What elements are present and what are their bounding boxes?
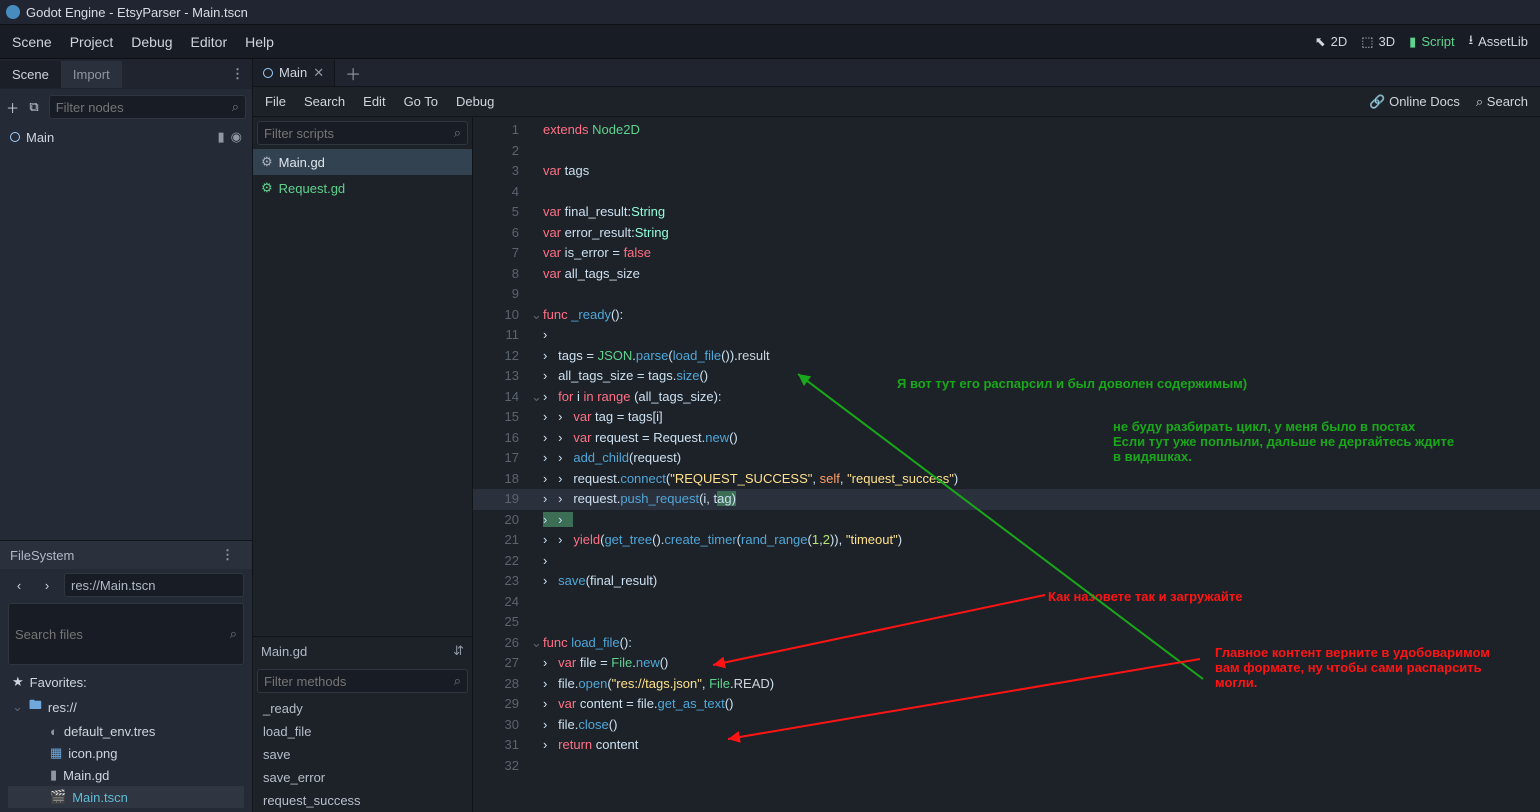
godot-logo-icon: [6, 5, 20, 19]
search-icon: ⌕: [454, 673, 461, 689]
scene-icon: 🎬: [50, 789, 66, 805]
panel-menu-icon[interactable]: ⋮: [231, 66, 244, 82]
script-list-item[interactable]: ⚙Main.gd: [253, 149, 472, 175]
fs-menu-icon[interactable]: ⋮: [221, 547, 234, 563]
script-crumb: Main.gd: [261, 644, 307, 659]
node2d-icon: [263, 68, 273, 78]
new-tab-button[interactable]: ＋: [335, 61, 371, 85]
fs-file[interactable]: ▦icon.png: [8, 742, 244, 764]
link-button[interactable]: ⧉: [27, 96, 40, 118]
chevron-down-icon: ⌄: [12, 699, 23, 715]
script-icon: ▮: [50, 767, 57, 783]
cursor-icon: ⬉: [1315, 34, 1326, 50]
fs-search-input[interactable]: ⌕: [8, 603, 244, 665]
titlebar: Godot Engine - EtsyParser - Main.tscn: [0, 0, 1540, 25]
folder-icon: 🖿: [29, 696, 42, 718]
search-icon: ⌕: [230, 626, 237, 642]
script-menu-goto[interactable]: Go To: [404, 94, 438, 109]
filter-scripts-input[interactable]: ⌕: [257, 121, 468, 145]
script-menu-debug[interactable]: Debug: [456, 94, 494, 109]
scene-root-node[interactable]: Main ▮◉: [0, 125, 252, 149]
workspace-2d[interactable]: ⬉2D: [1315, 34, 1348, 50]
menu-scene[interactable]: Scene: [12, 34, 52, 50]
gear-icon: ⚙: [261, 180, 273, 196]
workspace-script[interactable]: ▮Script: [1409, 34, 1454, 50]
nav-back-button[interactable]: ‹: [8, 574, 30, 596]
document-tab[interactable]: Main ✕: [253, 60, 335, 86]
cube-icon: ⬚: [1361, 34, 1373, 50]
env-icon: ◐: [50, 724, 58, 739]
link-icon: 🔗: [1369, 94, 1389, 109]
method-item[interactable]: save: [253, 743, 472, 766]
fs-file[interactable]: ◐default_env.tres: [8, 721, 244, 742]
filter-methods-input[interactable]: ⌕: [257, 669, 468, 693]
fs-favorites[interactable]: ★Favorites:: [8, 671, 244, 693]
script-menu-edit[interactable]: Edit: [363, 94, 385, 109]
script-icon: ▮: [1409, 34, 1416, 50]
window-title: Godot Engine - EtsyParser - Main.tscn: [26, 5, 248, 20]
menubar: Scene Project Debug Editor Help ⬉2D ⬚3D …: [0, 25, 1540, 59]
visibility-icon[interactable]: ◉: [231, 129, 242, 145]
sort-icon[interactable]: ⇵: [453, 643, 464, 659]
workspace-3d[interactable]: ⬚3D: [1361, 34, 1395, 50]
download-icon: ⭳: [1469, 31, 1474, 53]
method-item[interactable]: load_file: [253, 720, 472, 743]
menu-debug[interactable]: Debug: [131, 34, 172, 50]
search-icon: ⌕: [232, 99, 239, 115]
script-attached-icon[interactable]: ▮: [218, 129, 225, 145]
script-menu-search[interactable]: Search: [304, 94, 345, 109]
code-editor[interactable]: 1extends Node2D23var tags45var final_res…: [473, 117, 1540, 812]
close-tab-button[interactable]: ✕: [313, 65, 324, 81]
workspace-assetlib[interactable]: ⭳AssetLib: [1469, 31, 1528, 53]
fs-root[interactable]: ⌄🖿res://: [8, 693, 244, 721]
method-item[interactable]: request_success: [253, 789, 472, 812]
script-list-item[interactable]: ⚙Request.gd: [253, 175, 472, 201]
fs-file[interactable]: ▮Main.gd: [8, 764, 244, 786]
method-item[interactable]: save_error: [253, 766, 472, 789]
star-icon: ★: [12, 674, 24, 690]
node2d-icon: [10, 132, 20, 142]
search-icon: ⌕: [454, 125, 461, 141]
online-docs-link[interactable]: 🔗 Online Docs: [1369, 94, 1460, 110]
filesystem-title: FileSystem: [10, 548, 74, 563]
gear-icon: ⚙: [261, 154, 273, 170]
fs-file[interactable]: 🎬Main.tscn: [8, 786, 244, 808]
search-help-link[interactable]: ⌕ Search: [1476, 94, 1528, 110]
menu-project[interactable]: Project: [70, 34, 114, 50]
tab-import[interactable]: Import: [61, 61, 122, 88]
method-item[interactable]: _ready: [253, 697, 472, 720]
image-icon: ▦: [50, 745, 62, 761]
add-node-button[interactable]: ＋: [6, 96, 19, 118]
fs-path[interactable]: res://Main.tscn: [64, 573, 244, 597]
script-menu-file[interactable]: File: [265, 94, 286, 109]
nav-fwd-button[interactable]: ›: [36, 574, 58, 596]
search-icon: ⌕: [1476, 94, 1487, 109]
tab-scene[interactable]: Scene: [0, 61, 61, 88]
filter-nodes-input[interactable]: ⌕: [49, 95, 246, 119]
scene-panel-tabs: Scene Import ⋮: [0, 59, 252, 89]
menu-help[interactable]: Help: [245, 34, 274, 50]
menu-editor[interactable]: Editor: [191, 34, 228, 50]
